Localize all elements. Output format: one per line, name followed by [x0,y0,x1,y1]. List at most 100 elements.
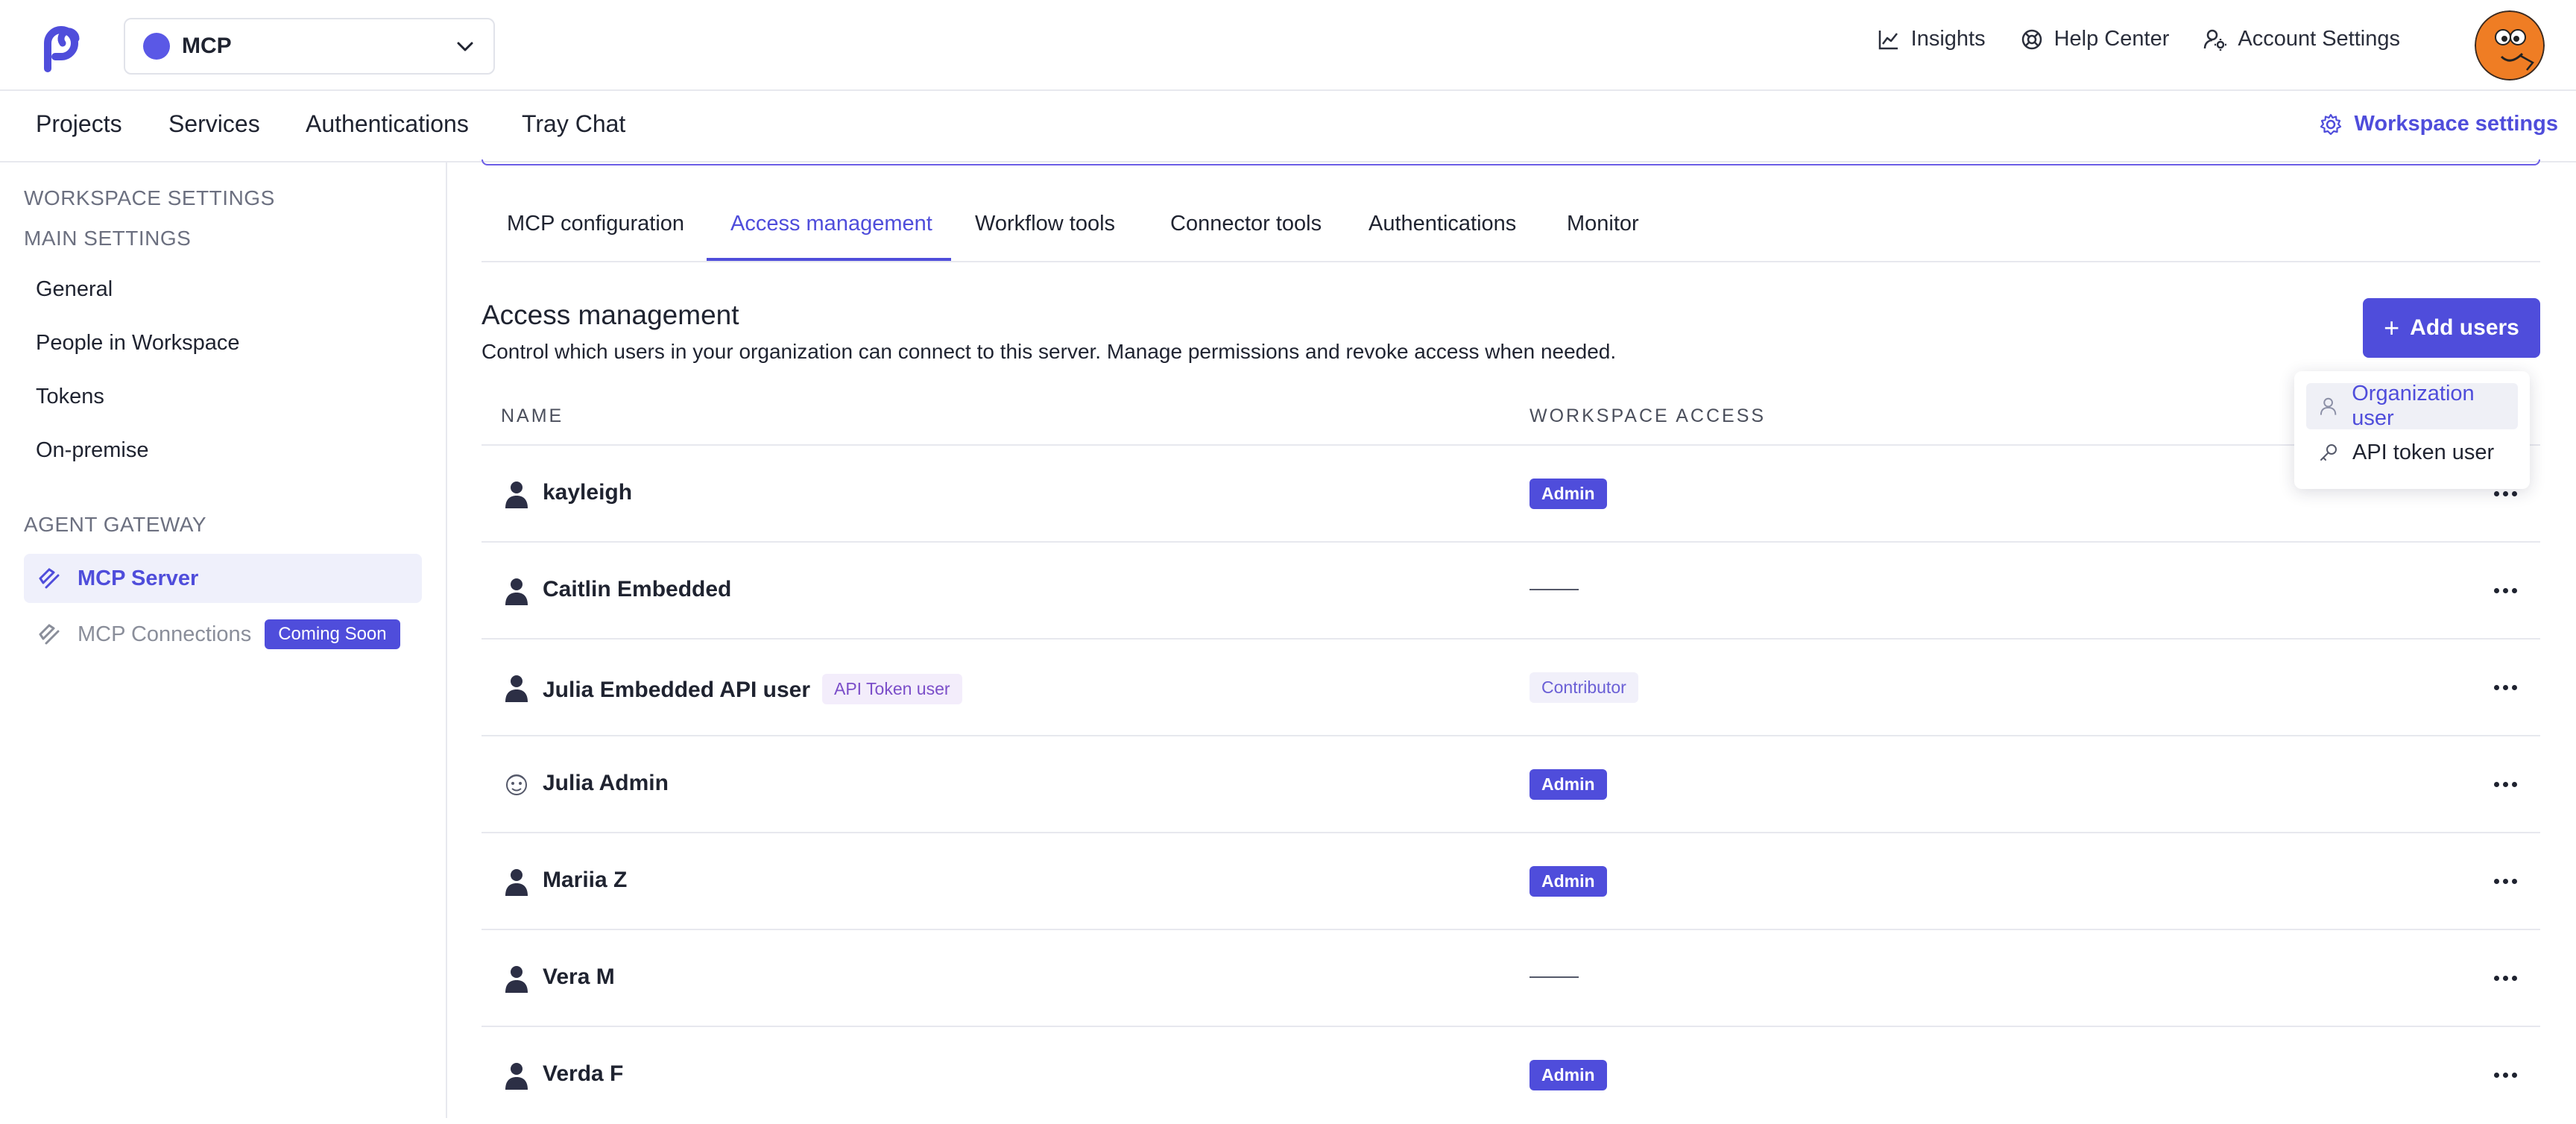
admin-badge: Admin [1530,769,1607,800]
row-actions-button[interactable] [2487,963,2524,993]
row-actions-button[interactable] [2487,575,2524,605]
plus-icon: + [2384,312,2400,343]
active-tab-indicator [707,258,951,261]
no-access-dash [1530,589,1579,590]
user-name: Vera M [543,964,615,989]
api-token-user-label: API token user [2352,440,2495,464]
sidebar: WORKSPACE SETTINGS MAIN SETTINGS General… [0,162,447,1118]
sidebar-section-workspace-settings: WORKSPACE SETTINGS [24,186,275,209]
user-name: Julia Embedded API user API Token user [543,674,962,704]
avatar[interactable] [2475,10,2545,80]
sidebar-item-on-premise[interactable]: On-premise [36,438,149,463]
menu-item-api-token-user[interactable]: API token user [2306,429,2518,476]
top-bar: MCP Insights Help Center Account Setting… [0,0,2576,91]
person-outline-icon [2320,397,2337,415]
workspace-access [1530,575,1579,594]
sidebar-item-tokens[interactable]: Tokens [36,385,104,409]
user-name: Verda F [543,1061,624,1086]
api-token-user-tag: API Token user [822,674,962,704]
tray-logo-icon[interactable] [33,16,89,73]
table-row: Mariia Z Admin [482,833,2540,930]
workspace-settings-link[interactable]: Workspace settings [2319,112,2558,136]
mcp-connections-label: MCP Connections [78,622,252,646]
row-actions-button[interactable] [2487,769,2524,799]
key-icon [2320,444,2337,461]
coming-soon-badge: Coming Soon [265,619,400,649]
person-icon [505,869,528,896]
chart-line-icon [1878,30,1898,49]
workspace-color-dot [143,33,170,60]
contributor-badge: Contributor [1530,672,1638,703]
nav-projects[interactable]: Projects [36,110,122,138]
tab-authentications[interactable]: Authentications [1368,212,1516,236]
column-header-workspace-access: WORKSPACE ACCESS [1530,405,1767,426]
sidebar-item-mcp-connections[interactable]: MCP Connections Coming Soon [24,610,400,659]
person-icon [505,675,528,702]
account-settings-label: Account Settings [2238,27,2400,51]
user-name: kayleigh [543,480,633,505]
table-row: kayleigh Admin [482,446,2540,543]
tab-workflow-tools[interactable]: Workflow tools [975,212,1115,236]
admin-badge: Admin [1530,866,1607,897]
table-row: Julia Embedded API user API Token user Co… [482,640,2540,736]
chevron-down-icon [457,42,473,51]
sidebar-item-mcp-server[interactable]: MCP Server [24,554,422,603]
user-name: Julia Admin [543,771,669,795]
add-users-label: Add users [2410,315,2519,340]
sidebar-section-main-settings: MAIN SETTINGS [24,227,192,250]
workspace-access: Admin [1530,769,1607,800]
table-row: Verda F Admin [482,1027,2540,1124]
insights-label: Insights [1910,27,1986,51]
page-title: Access management [482,300,739,330]
workspace-selector[interactable]: MCP [124,18,495,75]
nav-authentications[interactable]: Authentications [306,110,469,138]
page-description: Control which users in your organization… [482,340,1617,363]
mcp-icon [39,568,60,589]
add-users-button[interactable]: + Add users [2363,298,2540,358]
workspace-access: Admin [1530,479,1607,509]
tab-connector-tools[interactable]: Connector tools [1170,212,1322,236]
sidebar-section-agent-gateway: AGENT GATEWAY [24,513,207,536]
tab-mcp-configuration[interactable]: MCP configuration [507,212,684,236]
organization-user-label: Organization user [2352,382,2475,430]
workspace-settings-label: Workspace settings [2354,112,2558,136]
mcp-icon [39,624,60,645]
person-icon [505,578,528,605]
table-row: Caitlin Embedded [482,543,2540,640]
table-row: Julia Admin Admin [482,736,2540,833]
admin-badge: Admin [1530,479,1607,509]
user-name: Caitlin Embedded [543,577,732,602]
help-center-link[interactable]: Help Center [2020,27,2170,51]
workspace-name: MCP [182,34,232,58]
user-gear-icon [2204,29,2227,51]
user-avatar-icon [506,774,527,795]
no-access-dash [1530,976,1579,978]
main-navigation: Projects Services Authentications Tray C… [0,91,2576,162]
top-links: Insights Help Center Account Settings [1877,27,2400,51]
user-name: Mariia Z [543,868,628,892]
menu-item-organization-user[interactable]: Organization user [2306,382,2518,430]
row-actions-button[interactable] [2487,1060,2524,1090]
insights-link[interactable]: Insights [1877,27,1986,51]
gear-icon [2320,113,2341,135]
help-center-label: Help Center [2053,27,2170,51]
tab-access-management[interactable]: Access management [730,212,932,236]
lifebuoy-icon [2021,29,2042,49]
nav-tray-chat[interactable]: Tray Chat [522,110,625,138]
tab-monitor[interactable]: Monitor [1567,212,1639,236]
sidebar-item-general[interactable]: General [36,277,113,302]
row-actions-button[interactable] [2487,672,2524,702]
add-users-dropdown: Organization user API token user [2294,371,2530,489]
person-icon [505,966,528,993]
workspace-access [1530,963,1579,982]
mcp-server-label: MCP Server [78,566,199,590]
sidebar-item-people[interactable]: People in Workspace [36,331,240,356]
row-actions-button[interactable] [2487,866,2524,896]
table-row: Vera M [482,930,2540,1027]
account-settings-link[interactable]: Account Settings [2203,27,2400,51]
workspace-access: Admin [1530,1060,1607,1090]
nav-services[interactable]: Services [168,110,260,138]
content-top-border [482,160,2540,165]
person-icon [505,1063,528,1090]
admin-badge: Admin [1530,1060,1607,1090]
